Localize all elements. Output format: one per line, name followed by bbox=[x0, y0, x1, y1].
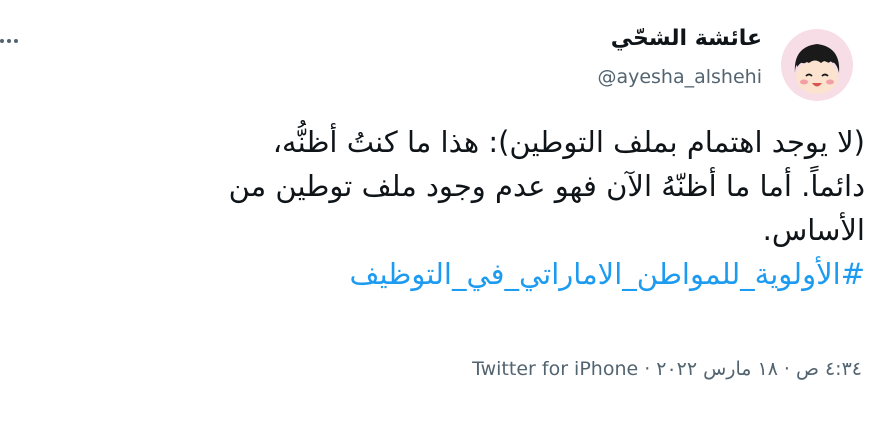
avatar-cartoon-icon bbox=[794, 44, 840, 94]
avatar[interactable] bbox=[781, 29, 853, 101]
tweet-text-line: الأساس. bbox=[762, 213, 865, 247]
tweet-text-line: دائماً. أما ما أظنّهُ الآن فهو عدم وجود … bbox=[228, 169, 865, 203]
tweet-date[interactable]: ١٨ مارس ٢٠٢٢ bbox=[656, 358, 778, 380]
author-display-name[interactable]: عائشة الشحّي bbox=[611, 26, 762, 51]
separator: · bbox=[644, 358, 651, 380]
more-dot bbox=[7, 39, 11, 43]
author-handle[interactable]: @ayesha_alshehi bbox=[597, 66, 762, 88]
tweet-source[interactable]: Twitter for iPhone bbox=[472, 358, 638, 380]
more-dot bbox=[14, 39, 18, 43]
tweet-text: (لا يوجد اهتمام بملف التوطين): هذا ما كن… bbox=[145, 120, 865, 296]
more-options-icon[interactable] bbox=[0, 36, 20, 46]
hashtag-link[interactable]: #الأولوية_للمواطن_الاماراتي_في_التوظيف bbox=[145, 252, 865, 296]
tweet-text-line: (لا يوجد اهتمام بملف التوطين): هذا ما كن… bbox=[272, 125, 865, 159]
separator: · bbox=[783, 358, 790, 380]
tweet-time[interactable]: ٤:٣٤ ص bbox=[796, 358, 862, 380]
more-dot bbox=[0, 39, 4, 43]
tweet-metadata: ٤:٣٤ ص · ١٨ مارس ٢٠٢٢ · Twitter for iPho… bbox=[472, 358, 862, 380]
